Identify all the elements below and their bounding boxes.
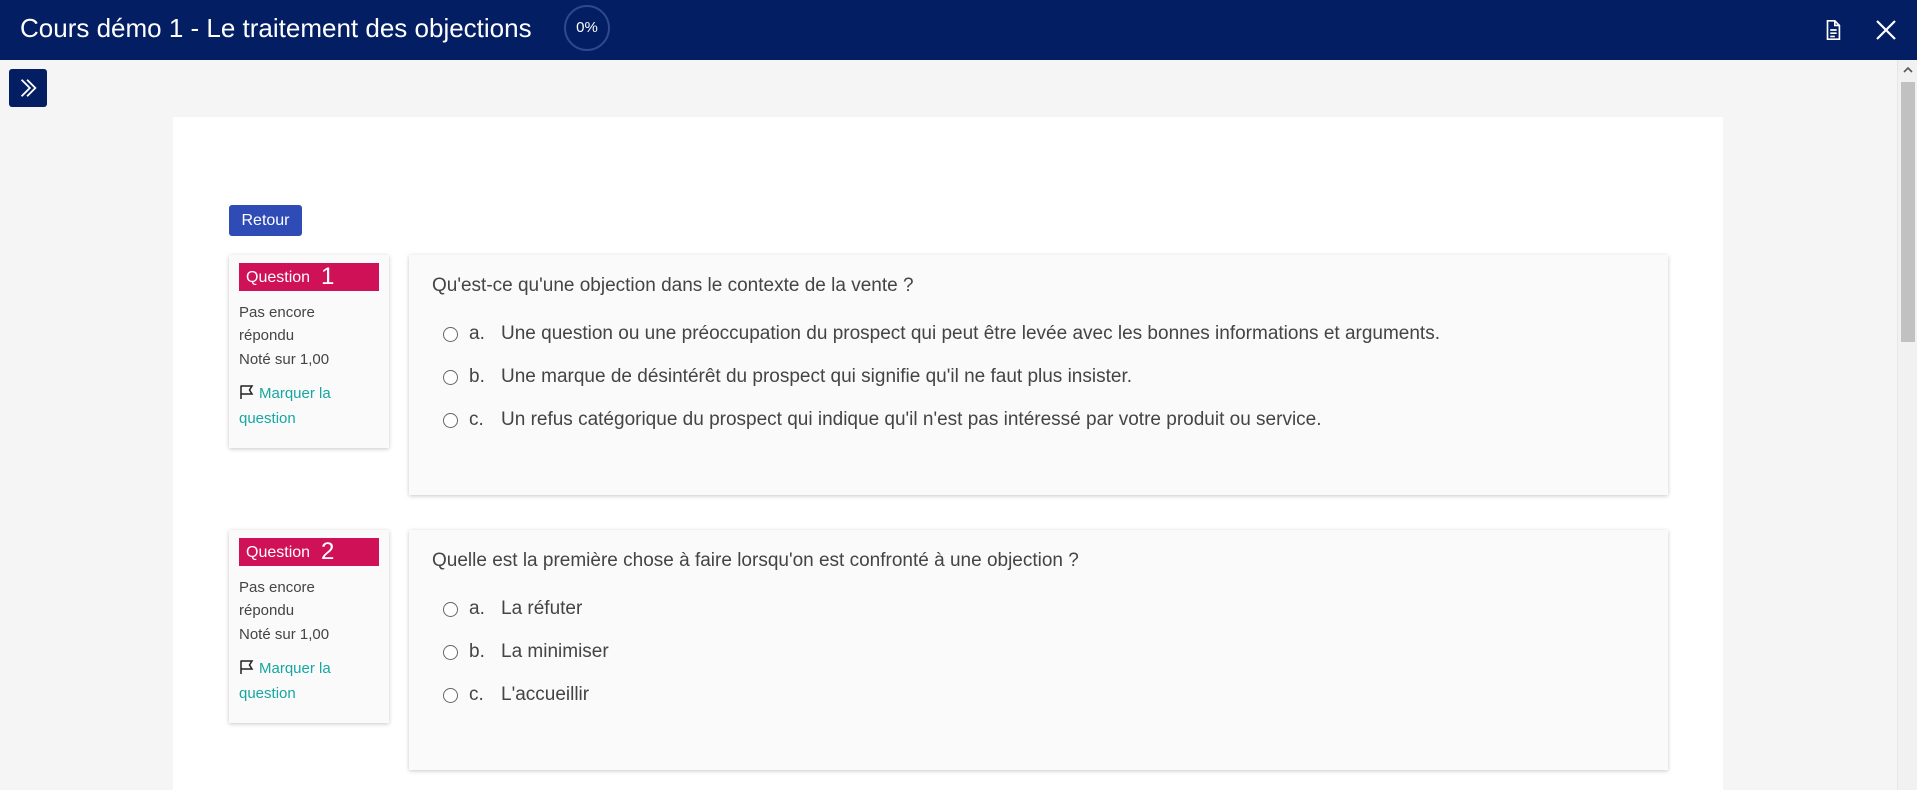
back-button[interactable]: Retour (229, 205, 302, 236)
question-card: Quelle est la première chose à faire lor… (409, 530, 1668, 770)
question-info-panel: Question 1 Pas encore répondu Noté sur 1… (229, 255, 389, 448)
question-status: Pas encore répondu (239, 304, 315, 344)
question-number-badge: Question 2 (239, 538, 379, 566)
option-text: La réfuter (501, 598, 583, 619)
radio-button[interactable] (443, 687, 458, 703)
option-letter: c. (469, 409, 484, 430)
course-title: Cours démo 1 - Le traitement des objecti… (20, 13, 532, 43)
flag-question-link[interactable]: Marquer la question (239, 382, 379, 430)
quiz-content-panel: Retour Question 1 Pas encore répondu Not… (173, 117, 1723, 790)
option-text: L'accueillir (501, 684, 590, 705)
option-letter: c. (469, 684, 484, 705)
question-number: 1 (321, 263, 335, 290)
question-status: Pas encore répondu (239, 579, 315, 619)
radio-button[interactable] (443, 369, 458, 385)
question-label: Question (246, 544, 311, 561)
answer-option[interactable]: a. Une question ou une préoccupation du … (443, 318, 1440, 350)
option-text: Une marque de désintérêt du prospect qui… (501, 366, 1132, 387)
answer-option[interactable]: c. L'accueillir (443, 679, 589, 711)
progress-indicator: 0% (564, 5, 610, 51)
question-number-badge: Question 1 (239, 263, 379, 291)
question-text: Qu'est-ce qu'une objection dans le conte… (432, 275, 914, 296)
flag-question-link[interactable]: Marquer la question (239, 657, 379, 705)
scroll-up-arrow-icon[interactable] (1902, 64, 1914, 74)
radio-button[interactable] (443, 601, 458, 617)
double-chevron-right-icon (17, 77, 39, 99)
question-grade: Noté sur 1,00 (239, 351, 330, 368)
answer-option[interactable]: a. La réfuter (443, 593, 582, 625)
option-letter: a. (469, 323, 485, 344)
answer-option[interactable]: c. Un refus catégorique du prospect qui … (443, 404, 1322, 436)
option-text: Un refus catégorique du prospect qui ind… (501, 409, 1322, 430)
answer-option[interactable]: b. La minimiser (443, 636, 609, 668)
option-letter: b. (469, 641, 485, 662)
radio-button[interactable] (443, 412, 458, 428)
question-number: 2 (321, 538, 335, 565)
sidebar-toggle-button[interactable] (9, 69, 47, 107)
document-icon[interactable] (1816, 13, 1850, 47)
question-text: Quelle est la première chose à faire lor… (432, 550, 1079, 571)
flag-icon (239, 659, 255, 682)
radio-button[interactable] (443, 644, 458, 660)
page-scrollbar[interactable] (1897, 60, 1917, 790)
radio-button[interactable] (443, 326, 458, 342)
question-info-panel: Question 2 Pas encore répondu Noté sur 1… (229, 530, 389, 723)
scrollbar-thumb[interactable] (1901, 82, 1915, 342)
flag-icon (239, 384, 255, 407)
question-card: Qu'est-ce qu'une objection dans le conte… (409, 255, 1668, 495)
option-letter: b. (469, 366, 485, 387)
answer-option[interactable]: b. Une marque de désintérêt du prospect … (443, 361, 1132, 393)
question-grade: Noté sur 1,00 (239, 626, 330, 643)
question-label: Question (246, 269, 311, 286)
option-text: Une question ou une préoccupation du pro… (501, 323, 1440, 344)
option-letter: a. (469, 598, 485, 619)
option-text: La minimiser (501, 641, 609, 662)
close-icon[interactable] (1869, 13, 1903, 47)
top-bar: Cours démo 1 - Le traitement des objecti… (0, 0, 1917, 60)
